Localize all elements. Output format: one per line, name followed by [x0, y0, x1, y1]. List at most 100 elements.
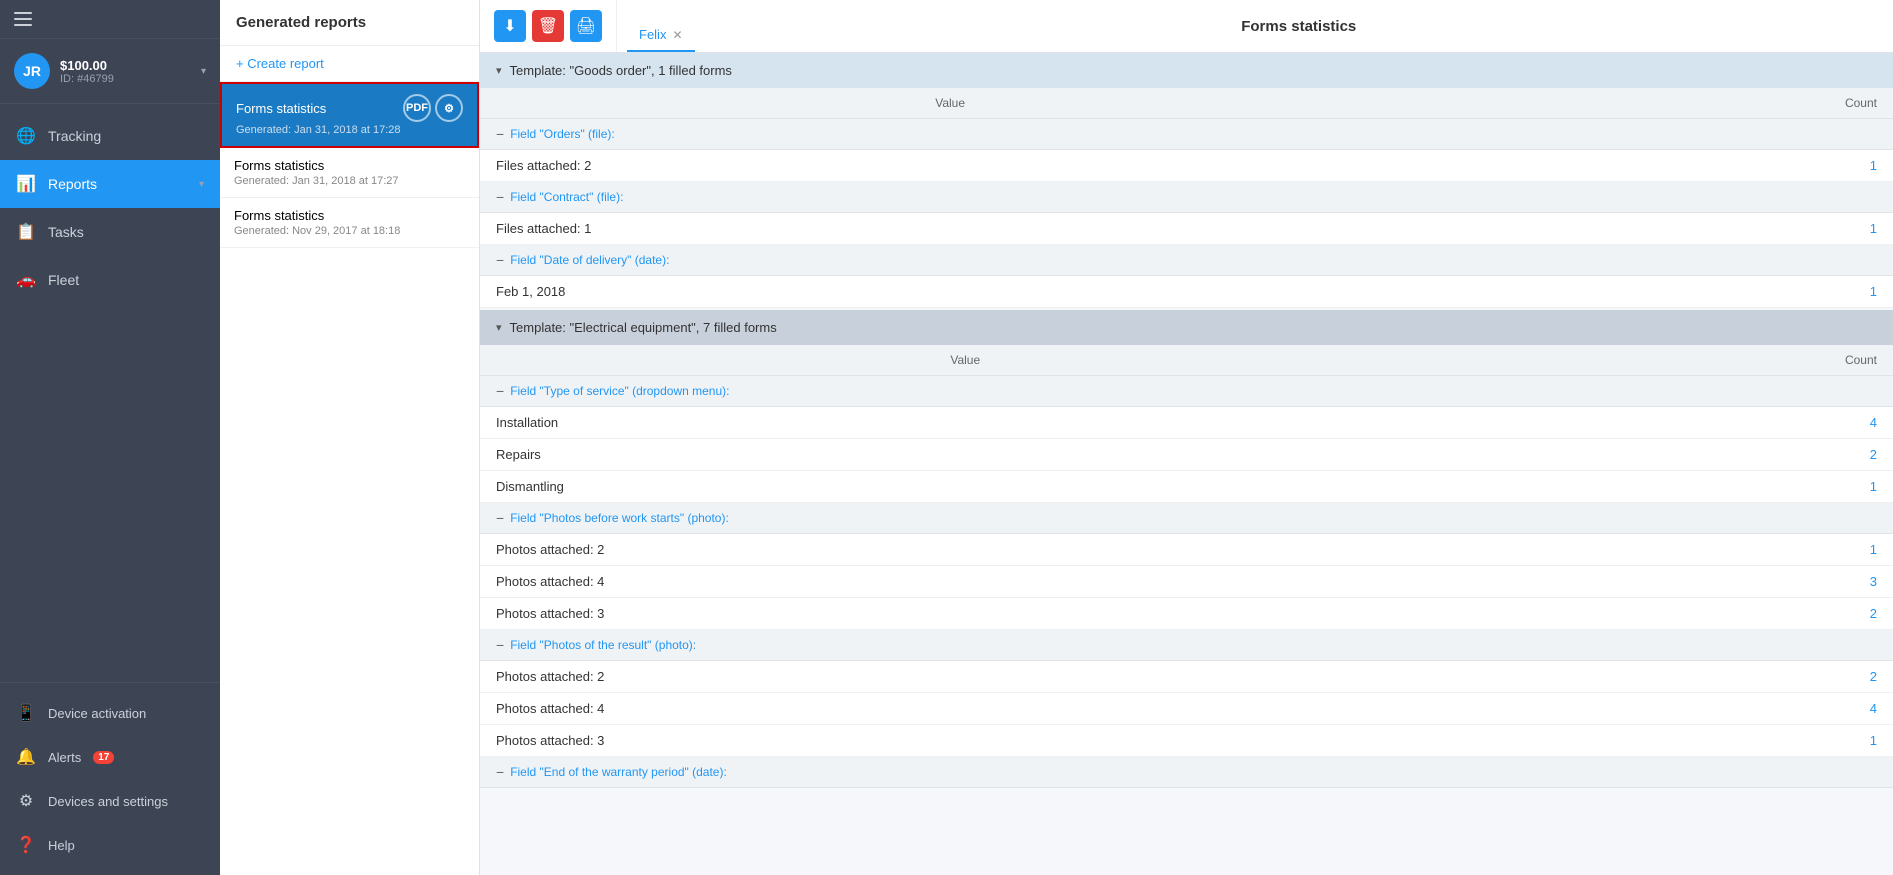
table-row: Photos attached: 4 4 [480, 693, 1893, 725]
tab-close-icon[interactable]: ✕ [672, 28, 682, 42]
sidebar-item-fleet-label: Fleet [48, 272, 204, 288]
sidebar-item-help-label: Help [48, 838, 75, 853]
reports-arrow-icon: ▾ [199, 179, 204, 190]
sidebar-bottom: 📱 Device activation 🔔 Alerts 17 ⚙ Device… [0, 682, 220, 875]
sidebar-item-fleet[interactable]: 🚗 Fleet [0, 256, 220, 304]
sidebar-item-reports-label: Reports [48, 176, 187, 192]
stats-content: ▾ Template: "Goods order", 1 filled form… [480, 53, 1893, 875]
field-photos-before-minus-icon: − [496, 510, 504, 526]
table-row: Photos attached: 2 1 [480, 534, 1893, 566]
orders-value-1: Files attached: 2 [480, 150, 1420, 182]
photos-before-count-1: 1 [1450, 534, 1893, 566]
nav-items: 🌐 Tracking 📊 Reports ▾ 📋 Tasks 🚗 Fleet [0, 104, 220, 682]
report-item-3-title: Forms statistics [234, 208, 324, 223]
template-electrical-equipment-table: Value Count − Field "Type of service" [480, 345, 1893, 788]
photos-before-count-2: 3 [1450, 566, 1893, 598]
field-type-service-header: − Field "Type of service" (dropdown menu… [480, 376, 1893, 407]
download-button[interactable]: ⬇ [494, 10, 526, 42]
col-value-header: Value [480, 88, 1420, 119]
sidebar-item-tasks[interactable]: 📋 Tasks [0, 208, 220, 256]
report-item-1[interactable]: Forms statistics PDF ⚙ Generated: Jan 31… [220, 82, 479, 148]
hamburger-menu-icon[interactable] [14, 12, 32, 26]
template-goods-order: ▾ Template: "Goods order", 1 filled form… [480, 53, 1893, 308]
template-goods-order-header[interactable]: ▾ Template: "Goods order", 1 filled form… [480, 53, 1893, 88]
type-service-value-1: Installation [480, 407, 1450, 439]
table-row: Files attached: 1 1 [480, 213, 1893, 245]
field-photos-result-label: − Field "Photos of the result" (photo): [480, 630, 1893, 661]
user-dropdown-icon[interactable]: ▾ [201, 66, 206, 77]
col-count-header: Count [1420, 88, 1893, 119]
report-item-1-title: Forms statistics [236, 101, 326, 116]
table-row: Photos attached: 3 2 [480, 598, 1893, 630]
field-contract-label: − Field "Contract" (file): [480, 182, 1893, 213]
report-item-3[interactable]: Forms statistics Generated: Nov 29, 2017… [220, 198, 479, 248]
reports-panel-header: Generated reports [220, 0, 479, 46]
report-item-2-header: Forms statistics [234, 158, 465, 173]
user-balance: $100.00 [60, 58, 191, 73]
table-row: Feb 1, 2018 1 [480, 276, 1893, 308]
create-report-button[interactable]: + Create report [220, 46, 479, 82]
table-row: Photos attached: 2 2 [480, 661, 1893, 693]
pdf-button[interactable]: PDF [403, 94, 431, 122]
photos-result-count-1: 2 [1450, 661, 1893, 693]
tab-felix[interactable]: Felix ✕ [627, 19, 695, 52]
photos-before-value-1: Photos attached: 2 [480, 534, 1450, 566]
date-delivery-value-1: Feb 1, 2018 [480, 276, 1420, 308]
sidebar-item-devices-settings[interactable]: ⚙ Devices and settings [0, 779, 220, 823]
col-count-header-2: Count [1450, 345, 1893, 376]
photos-before-count-3: 2 [1450, 598, 1893, 630]
user-id: ID: #46799 [60, 73, 191, 85]
header-right: Felix ✕ Forms statistics [617, 0, 1893, 52]
field-photos-result-header: − Field "Photos of the result" (photo): [480, 630, 1893, 661]
contract-value-1: Files attached: 1 [480, 213, 1420, 245]
delete-button[interactable]: 🗑 [532, 10, 564, 42]
table-row: Photos attached: 3 1 [480, 725, 1893, 757]
sidebar-item-alerts-label: Alerts [48, 750, 81, 765]
type-service-count-1: 4 [1450, 407, 1893, 439]
field-date-delivery-minus-icon: − [496, 252, 504, 268]
sidebar-item-alerts[interactable]: 🔔 Alerts 17 [0, 735, 220, 779]
sidebar: JR $100.00 ID: #46799 ▾ 🌐 Tracking 📊 Rep… [0, 0, 220, 875]
report-item-3-header: Forms statistics [234, 208, 465, 223]
report-item-2-date: Generated: Jan 31, 2018 at 17:27 [234, 175, 465, 187]
field-orders-header: − Field "Orders" (file): [480, 119, 1893, 150]
stats-tabs: Felix ✕ [617, 0, 705, 52]
photos-result-count-3: 1 [1450, 725, 1893, 757]
type-service-value-3: Dismantling [480, 471, 1450, 503]
toolbar-section: ⬇ 🗑 🖨 [480, 0, 617, 52]
template-electrical-equipment: ▾ Template: "Electrical equipment", 7 fi… [480, 310, 1893, 788]
sidebar-item-reports[interactable]: 📊 Reports ▾ [0, 160, 220, 208]
table-row: Installation 4 [480, 407, 1893, 439]
template-goods-order-table: Value Count − Field "Orders" (file): [480, 88, 1893, 308]
report-item-2-title: Forms statistics [234, 158, 324, 173]
field-photos-result-minus-icon: − [496, 637, 504, 653]
report-item-2[interactable]: Forms statistics Generated: Jan 31, 2018… [220, 148, 479, 198]
field-contract-minus-icon: − [496, 189, 504, 205]
tab-felix-label: Felix [639, 27, 666, 42]
sidebar-header [0, 0, 220, 39]
orders-count-1: 1 [1420, 150, 1893, 182]
sidebar-item-tracking[interactable]: 🌐 Tracking [0, 112, 220, 160]
sidebar-item-help[interactable]: ❓ Help [0, 823, 220, 867]
settings-icon: ⚙ [16, 791, 36, 811]
template-electrical-equipment-chevron: ▾ [496, 321, 502, 334]
photos-before-value-2: Photos attached: 4 [480, 566, 1450, 598]
type-service-value-2: Repairs [480, 439, 1450, 471]
avatar: JR [14, 53, 50, 89]
template-electrical-equipment-header[interactable]: ▾ Template: "Electrical equipment", 7 fi… [480, 310, 1893, 345]
user-section[interactable]: JR $100.00 ID: #46799 ▾ [0, 39, 220, 104]
report-item-1-actions: PDF ⚙ [403, 94, 463, 122]
field-orders-label: − Field "Orders" (file): [480, 119, 1893, 150]
alerts-badge: 17 [93, 751, 114, 764]
col-value-header-2: Value [480, 345, 1450, 376]
settings-button[interactable]: ⚙ [435, 94, 463, 122]
sidebar-item-device-activation-label: Device activation [48, 706, 146, 721]
print-button[interactable]: 🖨 [570, 10, 602, 42]
sidebar-item-device-activation[interactable]: 📱 Device activation [0, 691, 220, 735]
table-row: Photos attached: 4 3 [480, 566, 1893, 598]
reports-list: Forms statistics PDF ⚙ Generated: Jan 31… [220, 82, 479, 875]
field-orders-minus-icon: − [496, 126, 504, 142]
field-type-service-minus-icon: − [496, 383, 504, 399]
report-item-1-header: Forms statistics PDF ⚙ [236, 94, 463, 122]
main-content: Generated reports + Create report Forms … [220, 0, 1893, 875]
